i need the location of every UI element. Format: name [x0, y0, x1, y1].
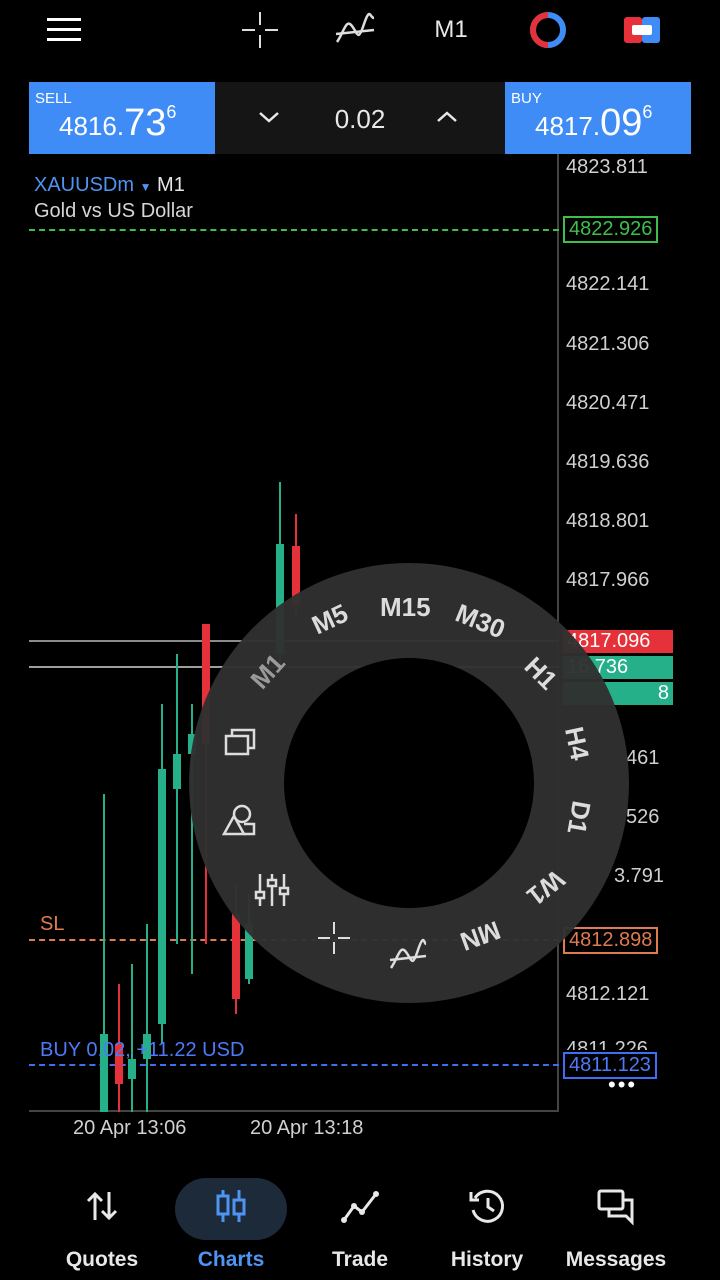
volume-input[interactable]: 0.02 [215, 104, 505, 135]
buy-price: 4817.096 [535, 102, 653, 144]
trade-panel-toggle-icon[interactable] [618, 6, 666, 54]
history-clock-icon [469, 1189, 505, 1223]
candle [158, 769, 166, 1024]
nav-history[interactable]: History [417, 1170, 557, 1280]
price-scale-label: 4819.636 [566, 451, 650, 473]
stop-loss-label: SL [40, 913, 65, 935]
objects-icon[interactable] [218, 800, 258, 840]
sell-price: 4816.736 [59, 102, 177, 144]
price-scale-label: 4821.306 [566, 333, 650, 355]
time-axis-label: 20 Apr 13:18 [250, 1117, 364, 1139]
nav-trade[interactable]: Trade [290, 1170, 430, 1280]
nav-charts[interactable]: Charts [161, 1170, 301, 1280]
wheel-timeframe-h4[interactable]: H4 [558, 724, 595, 763]
one-click-trading-icon[interactable] [524, 6, 572, 54]
wheel-timeframe-m15[interactable]: M15 [380, 592, 431, 623]
timeframe-button[interactable]: M1 [426, 6, 476, 54]
stop-loss-price: 4812.898 [563, 927, 659, 954]
sell-button[interactable]: SELL 4816.736 [29, 82, 215, 154]
copy-windows-icon[interactable] [220, 722, 260, 762]
green-level-price: 4822.926 [563, 216, 659, 243]
price-scale-label: 4812.121 [566, 983, 650, 1005]
price-scale-label: 4820.471 [566, 392, 650, 414]
volume-control: 0.02 [215, 82, 505, 154]
price-scale-label: 4811.226 [566, 1038, 648, 1050]
menu-icon[interactable] [40, 6, 88, 54]
candle [173, 754, 181, 789]
wheel-center [284, 658, 534, 908]
top-toolbar: M1 [0, 0, 720, 62]
bottom-navigation: Quotes Charts Trade History Messages [0, 1170, 720, 1280]
price-scale-label: 526 [626, 806, 660, 828]
nav-quotes[interactable]: Quotes [32, 1170, 172, 1280]
one-click-trade-panel: SELL 4816.736 0.02 BUY 4817.096 [29, 82, 691, 154]
settings-sliders-icon[interactable] [252, 870, 292, 910]
trade-line-icon [341, 1191, 379, 1223]
price-scale-label: 3.791 [614, 865, 665, 887]
wheel-timeframe-d1[interactable]: D1 [560, 798, 596, 837]
sort-arrows-icon [86, 1191, 118, 1221]
price-scale-label: 4822.141 [566, 273, 650, 295]
time-axis-label: 20 Apr 13:06 [73, 1117, 187, 1139]
buy-position-label: BUY 0.02, +11.22 USD [40, 1039, 245, 1061]
wheel-crosshair-icon[interactable] [314, 918, 354, 958]
more-dots-icon[interactable]: ••• [608, 1072, 637, 1098]
candle [232, 914, 240, 999]
indicators-icon[interactable] [330, 6, 380, 54]
price-scale-label: 4818.801 [566, 510, 650, 532]
price-scale-label: 4823.811 [566, 156, 648, 178]
price-scale-label: 4817.966 [566, 569, 650, 591]
chat-bubbles-icon [597, 1189, 634, 1226]
volume-increase-icon[interactable] [435, 108, 459, 126]
candlestick-icon [216, 1190, 246, 1222]
crosshair-icon[interactable] [236, 6, 284, 54]
buy-button[interactable]: BUY 4817.096 [505, 82, 691, 154]
candle [128, 1059, 136, 1079]
price-scale-label: 461 [626, 747, 660, 769]
wheel-indicators-icon[interactable] [388, 936, 428, 976]
nav-messages[interactable]: Messages [546, 1170, 686, 1280]
